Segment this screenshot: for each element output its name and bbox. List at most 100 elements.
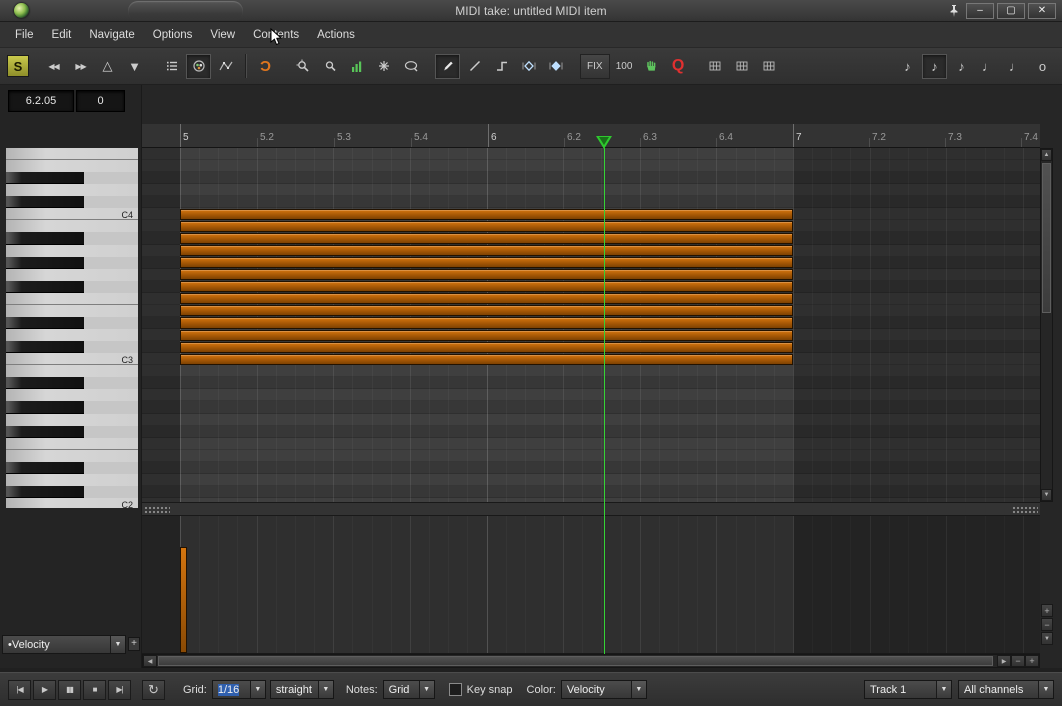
piano-key-white[interactable] <box>6 245 138 257</box>
h-scrollbar[interactable]: ◀ ▶ − + <box>142 654 1040 668</box>
scatter-notes-icon[interactable] <box>371 54 396 79</box>
piano-key-white[interactable] <box>6 269 138 281</box>
piano-key-white[interactable] <box>84 232 138 244</box>
piano-key-white[interactable] <box>6 305 138 317</box>
piano-key-white[interactable] <box>6 220 138 232</box>
midi-note[interactable] <box>180 330 793 341</box>
piano-key-black[interactable] <box>6 401 84 413</box>
note-length-half-icon[interactable]: ♩ <box>1003 54 1028 79</box>
grid-swing-select[interactable]: straight ▼ <box>270 680 334 699</box>
repeat-button[interactable]: ↻ <box>142 680 165 700</box>
line-tool-icon[interactable] <box>462 54 487 79</box>
go-to-end-button[interactable]: ▶| <box>108 680 131 700</box>
notes-grid-select[interactable]: Grid ▼ <box>383 680 435 699</box>
velocity-lane[interactable] <box>142 516 1040 654</box>
midi-note[interactable] <box>180 221 793 232</box>
move-down-octave-icon[interactable]: ▼ <box>122 54 147 79</box>
maximize-button[interactable]: ▢ <box>997 3 1025 19</box>
zoom-content-icon[interactable] <box>317 54 342 79</box>
grid-settings-icon-2[interactable] <box>730 54 755 79</box>
strength-value[interactable]: 100 <box>612 54 637 79</box>
piano-key-white[interactable] <box>84 462 138 474</box>
dock-editor-icon[interactable]: Ɔ <box>253 54 278 79</box>
piano-key-white[interactable] <box>84 341 138 353</box>
piano-key-white[interactable] <box>84 401 138 413</box>
note-color-view-icon[interactable] <box>186 54 211 79</box>
ellipse-select-icon[interactable] <box>398 54 423 79</box>
lane-zoom-out-button[interactable]: − <box>1041 618 1053 631</box>
marquee-right-icon[interactable] <box>543 54 568 79</box>
note-length-eighth-selected-icon[interactable]: ♪ <box>922 54 947 79</box>
pin-icon[interactable] <box>945 3 963 19</box>
piano-key-white[interactable] <box>6 208 138 220</box>
close-button[interactable]: ✕ <box>1028 3 1056 19</box>
pause-button[interactable]: ▮▮ <box>58 680 81 700</box>
move-up-octave-icon[interactable]: △ <box>95 54 120 79</box>
scroll-up-icon[interactable]: ▲ <box>1041 149 1052 161</box>
piano-key-white[interactable] <box>84 196 138 208</box>
zoom-tool-icon[interactable] <box>290 54 315 79</box>
envelope-nodes-icon[interactable] <box>213 54 238 79</box>
piano-key-black[interactable] <box>6 281 84 293</box>
velocity-bar[interactable] <box>180 547 187 653</box>
stop-button[interactable]: ■ <box>83 680 106 700</box>
grid-size-select[interactable]: 1/16 ▼ <box>212 680 266 699</box>
timeline-ruler[interactable]: 55.25.35.466.26.36.477.27.37.4 <box>142 124 1040 148</box>
marquee-left-icon[interactable] <box>516 54 541 79</box>
midi-note[interactable] <box>180 269 793 280</box>
piano-key-white[interactable] <box>84 486 138 498</box>
midi-note[interactable] <box>180 245 793 256</box>
h-zoom-out-button[interactable]: − <box>1011 655 1025 667</box>
add-cc-lane-button[interactable]: + <box>128 637 140 651</box>
midi-note[interactable] <box>180 354 793 365</box>
piano-key-white[interactable] <box>6 498 138 508</box>
cc-lane-select[interactable]: •Velocity ▼ <box>2 635 126 654</box>
piano-key-white[interactable] <box>6 293 138 305</box>
prev-measure-icon[interactable]: ◀◀ <box>41 54 66 79</box>
piano-key-black[interactable] <box>6 317 84 329</box>
piano-key-white[interactable] <box>6 353 138 365</box>
go-to-start-button[interactable]: |◀ <box>8 680 31 700</box>
lane-zoom-in-button[interactable]: + <box>1041 604 1053 617</box>
menu-item-navigate[interactable]: Navigate <box>80 22 143 48</box>
scroll-left-icon[interactable]: ◀ <box>143 655 157 667</box>
piano-key-white[interactable] <box>6 148 138 160</box>
solo-button[interactable]: S <box>7 55 29 77</box>
note-length-quarter-icon[interactable]: ♩ <box>976 54 1001 79</box>
menu-item-options[interactable]: Options <box>144 22 202 48</box>
h-scrollbar-thumb[interactable] <box>158 656 993 666</box>
track-select[interactable]: Track 1 ▼ <box>864 680 952 699</box>
piano-key-white[interactable] <box>6 329 138 341</box>
lane-splitter[interactable] <box>142 502 1040 516</box>
scroll-down-icon[interactable]: ▼ <box>1041 489 1052 501</box>
piano-key-white[interactable] <box>6 474 138 486</box>
piano-key-black[interactable] <box>6 486 84 498</box>
note-length-dotted-eighth-icon[interactable]: ♪ <box>949 54 974 79</box>
midi-note[interactable] <box>180 209 793 220</box>
piano-key-black[interactable] <box>6 257 84 269</box>
v-scrollbar[interactable]: ▲ ▼ <box>1040 148 1053 502</box>
piano-roll[interactable] <box>142 148 1040 502</box>
edit-offset-field[interactable]: 0 <box>76 90 125 112</box>
midi-note[interactable] <box>180 305 793 316</box>
piano-key-black[interactable] <box>6 377 84 389</box>
midi-note[interactable] <box>180 342 793 353</box>
playhead-marker[interactable] <box>596 136 612 149</box>
grid-settings-icon-3[interactable] <box>757 54 782 79</box>
h-zoom-in-button[interactable]: + <box>1025 655 1039 667</box>
fix-overlap-button[interactable]: FIX <box>580 54 610 79</box>
quantize-button[interactable]: Q <box>666 54 691 79</box>
hand-scroll-icon[interactable] <box>639 54 664 79</box>
piano-key-white[interactable] <box>84 377 138 389</box>
note-length-whole-icon[interactable]: o <box>1030 54 1055 79</box>
piano-keyboard[interactable]: C4C3C2 <box>6 148 138 508</box>
v-scrollbar-thumb[interactable] <box>1042 163 1051 313</box>
piano-key-white[interactable] <box>84 281 138 293</box>
piano-key-white[interactable] <box>84 317 138 329</box>
piano-key-white[interactable] <box>84 172 138 184</box>
velocity-stalks-icon[interactable] <box>344 54 369 79</box>
note-length-eighth-icon[interactable]: ♪ <box>895 54 920 79</box>
piano-key-black[interactable] <box>6 196 84 208</box>
piano-key-white[interactable] <box>6 184 138 196</box>
titlebar[interactable]: MIDI take: untitled MIDI item – ▢ ✕ <box>0 0 1062 22</box>
